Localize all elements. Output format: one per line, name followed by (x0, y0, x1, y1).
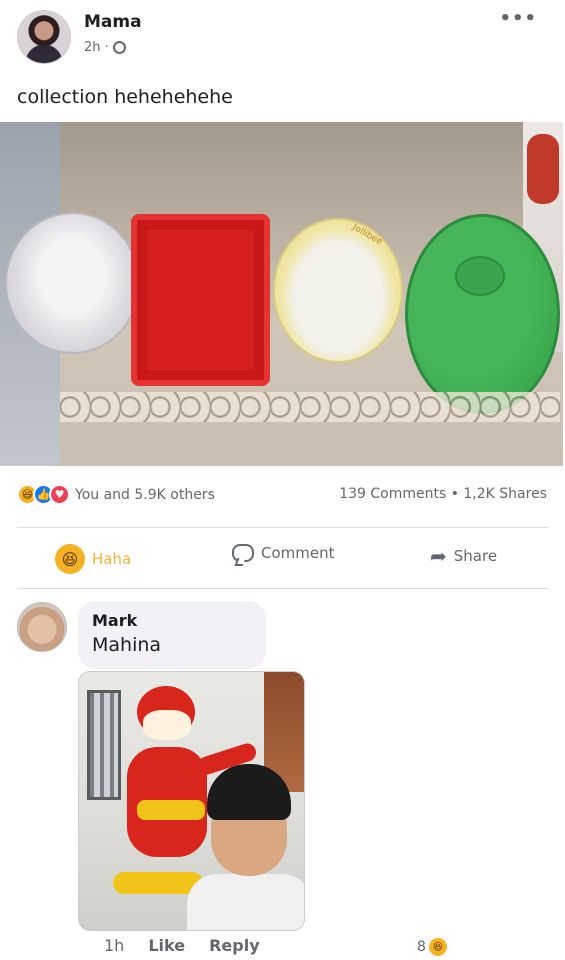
comment-actions: 1h Like Reply (104, 936, 260, 955)
comment-reactions[interactable]: 8 😆 (417, 938, 447, 956)
commenter-name[interactable]: Mark (92, 611, 252, 630)
plate-logo: Jollibee (350, 222, 384, 248)
red-object (527, 134, 559, 204)
reactions-summary[interactable]: 😆 👍 ♥ You and 5.9K others (17, 484, 215, 505)
comment-label: Comment (261, 544, 335, 562)
haha-label: Haha (92, 550, 132, 568)
yellow-plate: Jollibee (273, 218, 403, 363)
mascot-face (143, 710, 191, 740)
haha-button[interactable]: 😆 Haha (55, 544, 131, 574)
post-photo[interactable]: Jollibee (0, 122, 563, 466)
mascot-belt (137, 800, 205, 820)
comment-like-button[interactable]: Like (148, 936, 185, 955)
window (87, 690, 121, 800)
divider (17, 588, 548, 589)
reactions-text[interactable]: You and 5.9K others (75, 487, 215, 503)
red-tray (131, 214, 270, 386)
globe-icon (112, 41, 126, 54)
comment-reply-button[interactable]: Reply (209, 936, 260, 955)
green-plate (405, 214, 560, 414)
comments-shares-count[interactable]: 139 Comments • 1,2K Shares (339, 486, 547, 502)
green-cup (455, 256, 505, 296)
haha-reaction-icon: 😆 (428, 938, 447, 956)
comment-text: Mahina (92, 634, 162, 656)
poster-avatar[interactable] (17, 10, 71, 64)
post-caption: collection hehehehehe (17, 86, 233, 108)
poster-name[interactable]: Mama (84, 12, 142, 32)
commenter-avatar[interactable] (17, 602, 67, 652)
coin-border (60, 392, 560, 422)
haha-icon: 😆 (55, 544, 85, 574)
share-button[interactable]: ➦ Share (430, 544, 497, 568)
comment-photo[interactable] (78, 671, 305, 931)
love-reaction-icon: ♥ (49, 484, 70, 505)
comment-bubble[interactable]: Mark Mahina (78, 601, 266, 669)
comment-icon (232, 544, 254, 562)
comment-time[interactable]: 1h (104, 936, 124, 955)
divider (17, 527, 548, 528)
comment-reaction-count: 8 (417, 939, 426, 955)
meta-separator: · (104, 40, 109, 55)
share-label: Share (453, 547, 498, 565)
post-time[interactable]: 2h (84, 40, 101, 55)
comment-button[interactable]: Comment (232, 544, 335, 562)
person-shirt (187, 874, 304, 930)
white-tray (5, 212, 140, 354)
more-options-button[interactable]: ••• (499, 8, 537, 29)
share-icon: ➦ (430, 544, 447, 568)
post-meta: 2h · (84, 40, 126, 55)
